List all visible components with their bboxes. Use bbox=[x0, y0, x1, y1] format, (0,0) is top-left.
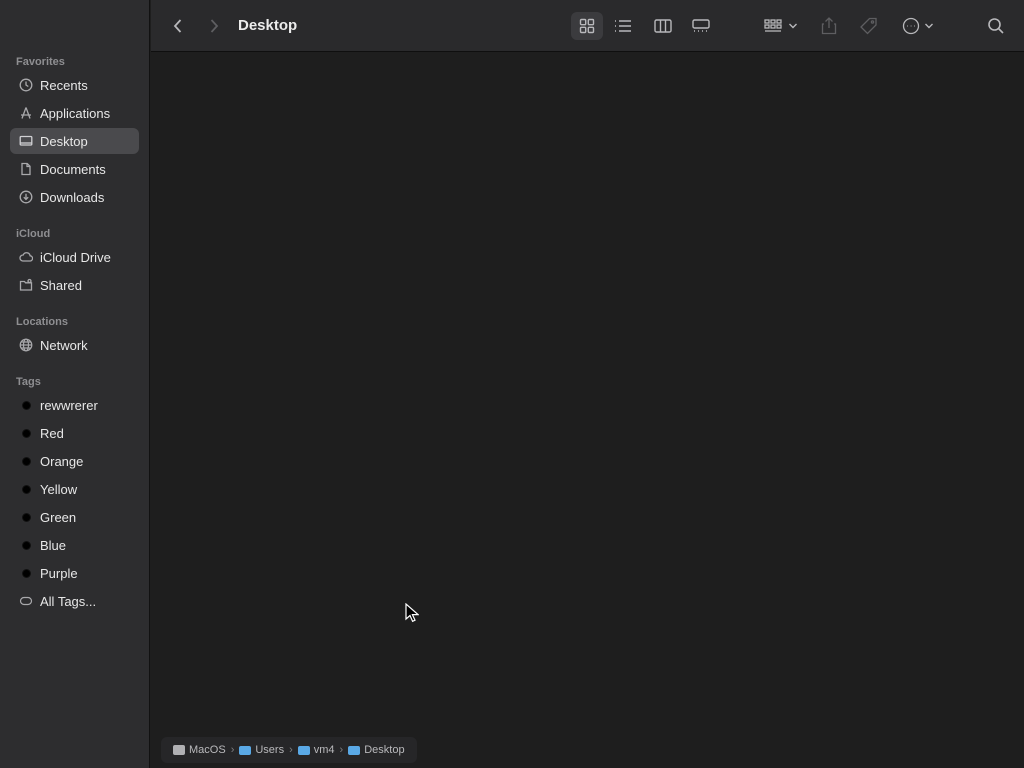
globe-icon bbox=[18, 337, 34, 353]
sidebar-item-shared[interactable]: Shared bbox=[10, 272, 139, 298]
tag-button[interactable] bbox=[857, 12, 881, 40]
list-view-button[interactable] bbox=[607, 12, 639, 40]
sidebar-item-label: Network bbox=[40, 337, 88, 353]
sidebar-item-label: Blue bbox=[40, 537, 67, 553]
tag-dot-icon bbox=[21, 512, 31, 522]
search-button[interactable] bbox=[983, 12, 1009, 40]
chevron-right-icon bbox=[210, 19, 219, 33]
sidebar-item-label: All Tags... bbox=[40, 593, 97, 609]
sidebar-item-label: Red bbox=[40, 425, 64, 441]
tag-dot-icon bbox=[21, 568, 31, 578]
path-item-macos[interactable]: MacOS bbox=[173, 744, 226, 756]
sidebar-item-label: Purple bbox=[40, 565, 78, 581]
sidebar-item-icloud-drive[interactable]: iCloud Drive bbox=[10, 244, 139, 270]
applications-icon bbox=[18, 105, 34, 121]
sidebar-tag-orange[interactable]: Orange bbox=[10, 448, 139, 474]
tag-dot-icon bbox=[21, 400, 31, 410]
path-item-vm4[interactable]: vm4 bbox=[297, 744, 335, 756]
chevron-left-icon bbox=[173, 19, 182, 33]
desktop-icon bbox=[18, 133, 34, 149]
path-separator: › bbox=[230, 744, 235, 756]
section-tags: Tags bbox=[16, 376, 41, 388]
path-item-users[interactable]: Users bbox=[239, 744, 284, 756]
sidebar-item-label: Orange bbox=[40, 453, 84, 469]
share-icon bbox=[821, 17, 837, 35]
sidebar-item-documents[interactable]: Documents bbox=[10, 156, 139, 182]
group-grid-icon bbox=[764, 19, 782, 32]
clock-icon bbox=[18, 77, 34, 93]
section-icloud: iCloud bbox=[16, 228, 51, 240]
sidebar-item-downloads[interactable]: Downloads bbox=[10, 184, 139, 210]
sidebar-item-label: Yellow bbox=[40, 481, 78, 497]
sidebar-item-label: Desktop bbox=[40, 133, 88, 149]
sidebar-all-tags[interactable]: All Tags... bbox=[10, 588, 139, 614]
sidebar-item-desktop[interactable]: Desktop bbox=[10, 128, 139, 154]
path-bar: MacOS › Users › vm4 › Desktop bbox=[161, 737, 417, 763]
gallery-view-button[interactable] bbox=[685, 12, 717, 40]
sidebar-tag-green[interactable]: Green bbox=[10, 504, 139, 530]
sidebar-item-label: iCloud Drive bbox=[40, 249, 111, 265]
icon-view-button[interactable] bbox=[571, 12, 603, 40]
list-icon bbox=[615, 20, 631, 32]
file-browser-area[interactable] bbox=[151, 53, 1024, 768]
folder-icon bbox=[348, 745, 361, 755]
section-favorites: Favorites bbox=[16, 56, 65, 68]
tag-dot-icon bbox=[21, 540, 31, 550]
gallery-icon bbox=[692, 19, 710, 32]
path-separator: › bbox=[289, 744, 293, 756]
document-icon bbox=[18, 161, 34, 177]
forward-button[interactable] bbox=[203, 12, 225, 40]
sidebar: Favorites Recents Applications Desktop D… bbox=[0, 0, 150, 768]
share-button[interactable] bbox=[817, 12, 841, 40]
sidebar-item-label: Downloads bbox=[40, 189, 105, 205]
sidebar-tag-purple[interactable]: Purple bbox=[10, 560, 139, 586]
group-by-button[interactable] bbox=[759, 12, 803, 40]
window-title: Desktop bbox=[238, 17, 298, 34]
folder-icon bbox=[239, 745, 252, 755]
sidebar-tag-red[interactable]: Red bbox=[10, 420, 139, 446]
sidebar-tag-rewwrerer[interactable]: rewwrerer bbox=[10, 392, 139, 418]
tag-icon bbox=[860, 17, 877, 35]
toolbar: Desktop bbox=[151, 0, 1024, 52]
chevron-down-icon bbox=[789, 23, 797, 29]
sidebar-item-recents[interactable]: Recents bbox=[10, 72, 139, 98]
tag-dot-icon bbox=[21, 428, 31, 438]
sidebar-item-applications[interactable]: Applications bbox=[10, 100, 139, 126]
mouse-cursor-icon bbox=[405, 603, 419, 623]
tag-dot-icon bbox=[21, 456, 31, 466]
download-icon bbox=[18, 189, 34, 205]
disk-icon bbox=[173, 745, 185, 755]
sidebar-item-network[interactable]: Network bbox=[10, 332, 139, 358]
finder-window: Favorites Recents Applications Desktop D… bbox=[0, 0, 1024, 768]
search-icon bbox=[988, 18, 1004, 34]
path-separator: › bbox=[339, 744, 344, 756]
section-locations: Locations bbox=[16, 316, 68, 328]
sidebar-item-label: Recents bbox=[40, 77, 88, 93]
sidebar-item-label: Applications bbox=[40, 105, 111, 121]
sidebar-tag-blue[interactable]: Blue bbox=[10, 532, 139, 558]
grid-icon bbox=[579, 18, 595, 34]
folder-icon bbox=[297, 745, 310, 755]
ellipsis-circle-icon bbox=[902, 17, 920, 35]
path-item-desktop[interactable]: Desktop bbox=[348, 744, 405, 756]
shared-folder-icon bbox=[18, 277, 34, 293]
action-menu-button[interactable] bbox=[897, 12, 939, 40]
sidebar-tag-yellow[interactable]: Yellow bbox=[10, 476, 139, 502]
chevron-down-icon bbox=[925, 23, 933, 29]
sidebar-item-label: rewwrerer bbox=[40, 397, 98, 413]
all-tags-icon bbox=[18, 593, 34, 609]
sidebar-item-label: Documents bbox=[40, 161, 106, 177]
sidebar-item-label: Shared bbox=[40, 277, 82, 293]
cloud-icon bbox=[18, 249, 34, 265]
sidebar-item-label: Green bbox=[40, 509, 77, 525]
back-button[interactable] bbox=[167, 12, 189, 40]
column-view-button[interactable] bbox=[647, 12, 679, 40]
tag-dot-icon bbox=[21, 484, 31, 494]
columns-icon bbox=[654, 19, 672, 33]
